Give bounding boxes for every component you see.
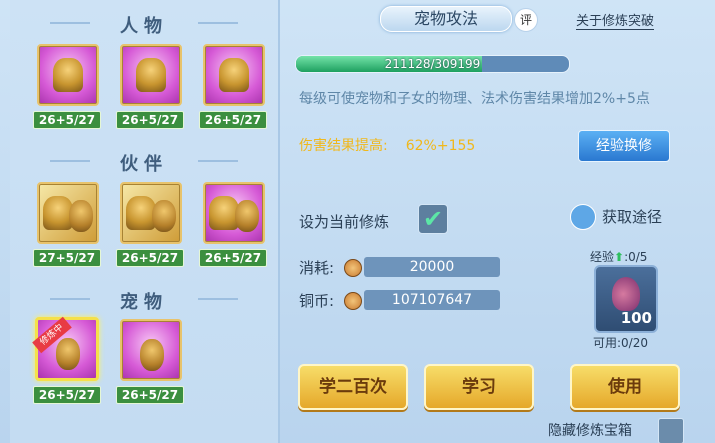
exp-item-slot[interactable]: 100 <box>594 265 658 333</box>
skill-slot-2-1[interactable] <box>120 319 182 381</box>
divider <box>50 22 90 24</box>
set-current-checkbox[interactable]: ✔ <box>418 204 448 234</box>
section-title-text: 宠物 <box>120 292 168 313</box>
section-title-partner: 伙伴 <box>10 150 278 176</box>
skill-slot-1-1[interactable] <box>120 182 182 244</box>
potion-icon <box>612 277 640 311</box>
cat-fan-icon <box>56 338 80 370</box>
cost-label: 消耗: <box>299 259 335 277</box>
obtain-way-link[interactable]: 获取途径 <box>602 206 662 227</box>
cat-shield-icon <box>140 339 164 371</box>
exp-value: :0/5 <box>624 250 648 264</box>
item-count: 100 <box>620 309 652 327</box>
usable-count: 可用:0/20 <box>593 336 648 350</box>
use-button[interactable]: 使用 <box>570 364 680 410</box>
golden-warrior-icon <box>219 58 249 92</box>
exp-progress-bar: 211128/309199 <box>295 55 570 73</box>
skill-slot-0-1[interactable] <box>120 44 182 106</box>
section-title-character: 人物 <box>10 12 278 38</box>
section-title-pet: 宠物 <box>10 288 278 314</box>
damage-value: 62%+155 <box>405 138 476 154</box>
section-title-text: 人物 <box>120 16 168 37</box>
divider <box>198 298 238 300</box>
coins-label: 铜币: <box>299 292 335 310</box>
about-breakthrough-link[interactable]: 关于修炼突破 <box>576 10 655 30</box>
exp-item-counter: 经验⬆:0/5 <box>590 248 647 265</box>
level-badge: 26+5/27 <box>199 111 267 129</box>
damage-label: 伤害结果提高: <box>299 138 388 154</box>
learn-200-button[interactable]: 学二百次 <box>298 364 408 410</box>
cost-value: 20000 <box>364 257 500 277</box>
golden-figure-icon <box>53 58 83 92</box>
golden-armor-icon <box>136 58 166 92</box>
checkmark-icon: ✔ <box>422 205 444 233</box>
lion-head-icon <box>235 200 259 232</box>
damage-bonus: 伤害结果提高: 62%+155 <box>299 135 475 155</box>
level-badge: 26+5/27 <box>33 111 101 129</box>
hide-box-label: 隐藏修炼宝箱 <box>548 423 632 439</box>
hide-box-checkbox[interactable] <box>658 418 684 443</box>
skill-slot-2-0[interactable]: 修炼中 <box>32 316 99 381</box>
level-badge: 26+5/27 <box>116 111 184 129</box>
category-panel: 人物 26+5/27 26+5/27 26+5/27 伙伴 27+5/27 26… <box>10 0 280 443</box>
level-badge: 26+5/27 <box>116 386 184 404</box>
skill-slot-0-0[interactable] <box>37 44 99 106</box>
skill-slot-1-2[interactable] <box>203 182 265 244</box>
divider <box>50 298 90 300</box>
level-badge: 27+5/27 <box>33 249 101 267</box>
exp-swap-button[interactable]: 经验换修 <box>578 130 670 162</box>
level-badge: 26+5/27 <box>199 249 267 267</box>
section-title-text: 伙伴 <box>120 154 168 175</box>
divider <box>198 22 238 24</box>
lion-head-icon <box>152 200 176 232</box>
level-badge: 26+5/27 <box>116 249 184 267</box>
divider <box>50 160 90 162</box>
rate-badge[interactable]: 评 <box>514 8 538 32</box>
skill-title: 宠物攻法 <box>380 6 512 32</box>
detail-panel: 宠物攻法 评 关于修炼突破 211128/309199 每级可使宠物和子女的物理… <box>280 0 715 443</box>
exp-label: 经验 <box>590 250 615 264</box>
skill-description: 每级可使宠物和子女的物理、法术伤害结果增加2%+5点 <box>299 91 650 107</box>
coin-icon <box>344 292 362 310</box>
skill-slot-1-0[interactable] <box>37 182 99 244</box>
level-badge: 26+5/27 <box>33 386 101 404</box>
book-icon <box>570 204 596 230</box>
coins-value: 107107647 <box>364 290 500 310</box>
up-arrow-icon: ⬆ <box>614 250 625 264</box>
exp-progress-text: 211128/309199 <box>384 57 481 71</box>
skill-slot-0-2[interactable] <box>203 44 265 106</box>
divider <box>198 160 238 162</box>
coin-icon <box>344 259 362 277</box>
learn-button[interactable]: 学习 <box>424 364 534 410</box>
set-current-label: 设为当前修炼 <box>299 213 390 231</box>
lion-head-icon <box>69 200 93 232</box>
cultivation-window: 人物 26+5/27 26+5/27 26+5/27 伙伴 27+5/27 26… <box>0 0 715 443</box>
